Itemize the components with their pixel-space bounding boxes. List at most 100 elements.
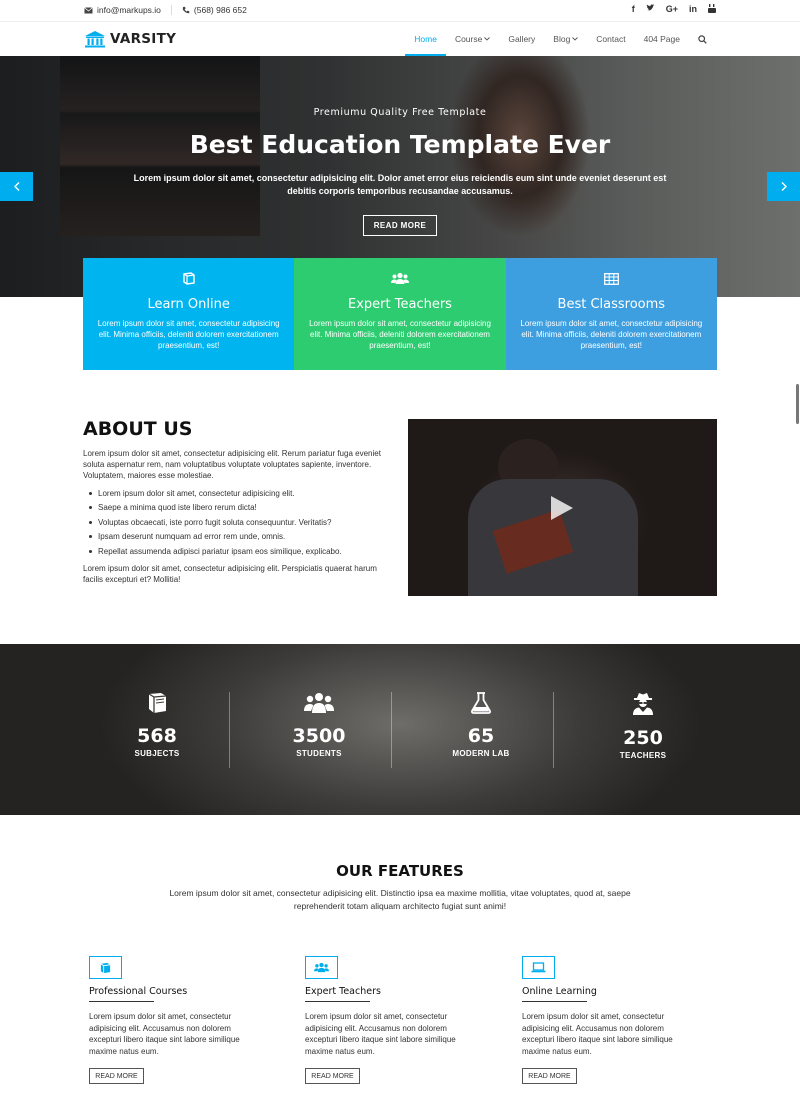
feature-underline: [89, 1001, 154, 1002]
stat-subjects: 568 SUBJECTS: [76, 692, 238, 758]
box-learn-online[interactable]: Learn Online Lorem ipsum dolor sit amet,…: [83, 258, 295, 370]
email-link[interactable]: info@markups.io: [84, 5, 161, 15]
stat-value: 3500: [292, 725, 346, 747]
feature-boxes: Learn Online Lorem ipsum dolor sit amet,…: [83, 258, 717, 370]
nav-label: Gallery: [508, 34, 536, 44]
google-plus-icon[interactable]: G+: [666, 4, 678, 15]
nav-label: Blog: [553, 34, 571, 44]
nav-label: Contact: [596, 34, 626, 44]
book-icon: [148, 693, 167, 713]
slider-next-button[interactable]: [767, 172, 800, 201]
box-text: Lorem ipsum dolor sit amet, consectetur …: [520, 319, 703, 350]
stat-divider: [553, 692, 554, 768]
play-icon[interactable]: [551, 496, 573, 520]
box-text: Lorem ipsum dolor sit amet, consectetur …: [97, 319, 280, 350]
box-title: Best Classrooms: [557, 297, 666, 312]
table-icon: [603, 273, 619, 285]
brand-name: VARSITY: [110, 31, 177, 47]
box-text: Lorem ipsum dolor sit amet, consectetur …: [309, 319, 491, 350]
box-best-classrooms[interactable]: Best Classrooms Lorem ipsum dolor sit am…: [505, 258, 717, 370]
stat-value: 65: [467, 725, 495, 747]
laptop-icon: [531, 962, 546, 973]
stat-divider: [391, 692, 392, 768]
site-logo[interactable]: VARSITY: [84, 30, 176, 48]
stat-value: 568: [137, 725, 177, 747]
feature-icon-box: [89, 956, 122, 979]
nav-gallery[interactable]: Gallery: [499, 22, 544, 56]
feature-icon-box: [305, 956, 338, 979]
users-icon: [314, 962, 329, 973]
twitter-icon[interactable]: [646, 4, 655, 15]
feature-read-more-button[interactable]: READ MORE: [522, 1068, 577, 1084]
feature-read-more-button[interactable]: READ MORE: [89, 1068, 144, 1084]
social-links: f G+ in: [632, 4, 716, 15]
box-title: Learn Online: [147, 297, 230, 312]
users-icon: [390, 272, 409, 284]
box-title: Expert Teachers: [348, 297, 452, 312]
linkedin-icon[interactable]: in: [689, 4, 697, 15]
chevron-left-icon: [13, 182, 19, 191]
feature-underline: [305, 1001, 370, 1002]
hero-subtitle: Premiumu Quality Free Template: [313, 107, 487, 118]
stat-modern-lab: 65 MODERN LAB: [400, 692, 562, 758]
features-title: OUR FEATURES: [336, 862, 464, 880]
list-item: Repellat assumenda adipisci pariatur ips…: [89, 544, 389, 559]
nav-contact[interactable]: Contact: [587, 22, 634, 56]
hero-read-more-button[interactable]: READ MORE: [363, 215, 437, 236]
divider: [170, 5, 172, 15]
stat-teachers: 250 TEACHERS: [562, 692, 724, 760]
about-outro: Lorem ipsum dolor sit amet, consectetur …: [83, 564, 377, 584]
stat-label: SUBJECTS: [134, 749, 180, 758]
nav-label: Course: [454, 34, 483, 44]
stat-label: MODERN LAB: [452, 749, 510, 758]
chevron-right-icon: [781, 182, 787, 191]
feature-title: Professional Courses: [89, 986, 188, 997]
hero-description: Lorem ipsum dolor sit amet, consectetur …: [133, 173, 667, 196]
nav-blog[interactable]: Blog: [544, 22, 587, 56]
feature-read-more-button[interactable]: READ MORE: [305, 1068, 360, 1084]
book-icon: [100, 962, 111, 973]
envelope-icon: [84, 6, 93, 13]
list-item: Voluptas obcaecati, iste porro fugit sol…: [89, 515, 389, 530]
feature-text: Lorem ipsum dolor sit amet, consectetur …: [522, 1012, 673, 1056]
nav-course[interactable]: Course: [446, 22, 499, 56]
university-icon: [85, 31, 105, 48]
stat-label: TEACHERS: [619, 751, 667, 760]
nav-404[interactable]: 404 Page: [635, 22, 689, 56]
slider-prev-button[interactable]: [0, 172, 33, 201]
feature-expert-teachers: Expert Teachers Lorem ipsum dolor sit am…: [305, 956, 480, 1084]
flask-icon: [471, 692, 491, 714]
feature-professional-courses: Professional Courses Lorem ipsum dolor s…: [89, 956, 264, 1084]
about-video[interactable]: [408, 419, 717, 596]
top-bar: info@markups.io (568) 986 652 f G+ in: [0, 0, 800, 22]
stat-divider: [229, 692, 230, 768]
main-nav: Home Course Gallery Blog Contact 404 Pag…: [405, 22, 716, 56]
stat-label: STUDENTS: [296, 749, 342, 758]
chevron-down-icon: [572, 37, 579, 41]
phone-text: (568) 986 652: [193, 5, 247, 15]
feature-title: Online Learning: [522, 986, 597, 997]
nav-home[interactable]: Home: [405, 22, 446, 56]
feature-text: Lorem ipsum dolor sit amet, consectetur …: [89, 1012, 240, 1056]
box-expert-teachers[interactable]: Expert Teachers Lorem ipsum dolor sit am…: [294, 258, 506, 370]
about-list: Lorem ipsum dolor sit amet, consectetur …: [89, 486, 389, 559]
list-item: Lorem ipsum dolor sit amet, consectetur …: [89, 486, 389, 501]
contact-info: info@markups.io (568) 986 652: [84, 5, 247, 15]
features-description: Lorem ipsum dolor sit amet, consectetur …: [169, 888, 631, 911]
youtube-icon[interactable]: [708, 4, 716, 15]
about-intro: Lorem ipsum dolor sit amet, consectetur …: [83, 449, 381, 480]
nav-label: 404 Page: [643, 34, 680, 44]
search-button[interactable]: [689, 22, 716, 56]
facebook-icon[interactable]: f: [632, 4, 635, 15]
feature-title: Expert Teachers: [305, 986, 381, 997]
stat-value: 250: [623, 727, 663, 749]
book-icon: [182, 272, 195, 285]
page-scrollbar[interactable]: [796, 384, 799, 424]
phone-link[interactable]: (568) 986 652: [182, 5, 247, 15]
list-item: Saepe a minima quod iste libero rerum di…: [89, 501, 389, 516]
nav-label: Home: [414, 34, 437, 44]
about-title: ABOUT US: [83, 418, 193, 440]
feature-icon-box: [522, 956, 555, 979]
feature-online-learning: Online Learning Lorem ipsum dolor sit am…: [522, 956, 697, 1084]
stats-section: 568 SUBJECTS 3500 STUDENTS 65 MODERN LAB…: [0, 644, 800, 815]
